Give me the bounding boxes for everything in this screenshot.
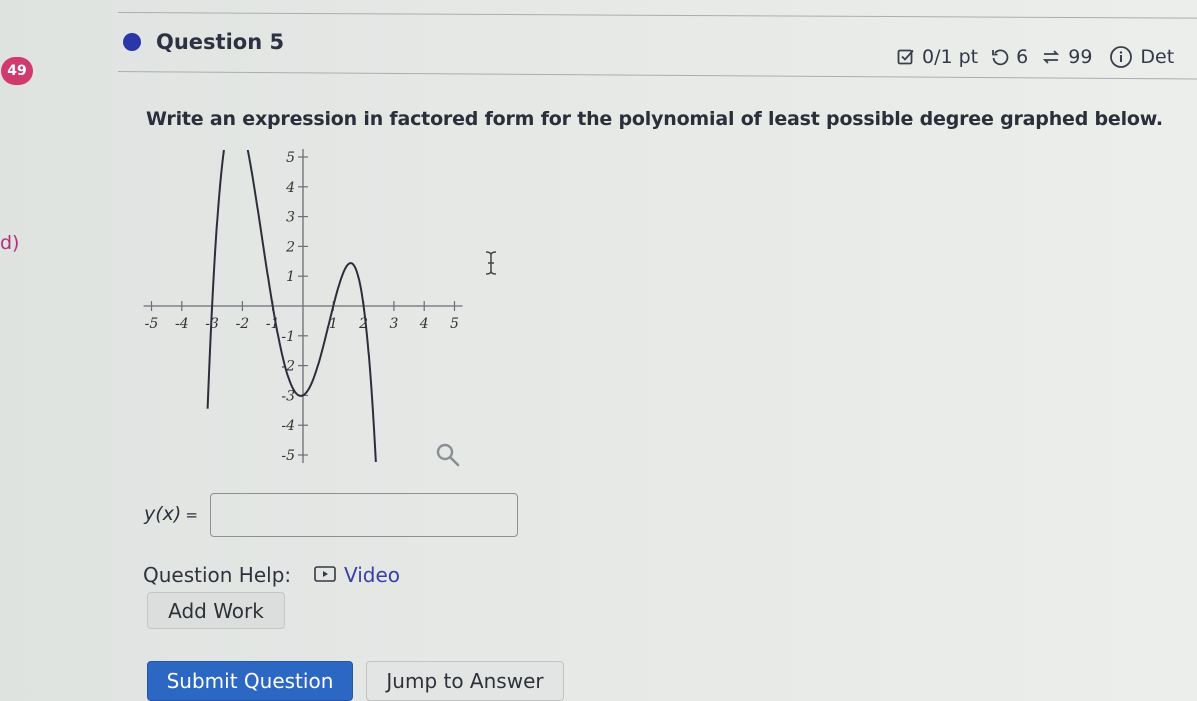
submit-question-button[interactable]: Submit Question bbox=[147, 661, 353, 701]
attempts-count: 99 bbox=[1068, 46, 1093, 68]
y-tick-label: 3 bbox=[286, 210, 295, 226]
retry-icon bbox=[991, 48, 1009, 66]
y-tick-label: 2 bbox=[285, 239, 295, 255]
video-help-link[interactable]: Video bbox=[314, 563, 400, 587]
polynomial-graph: -5 -4 -3 -2 -1 1 2 3 4 554321-1-2-3-4-5 bbox=[143, 149, 463, 464]
x-tick-label: 4 bbox=[419, 316, 429, 332]
points-text: 0/1 pt bbox=[922, 46, 979, 68]
video-icon bbox=[314, 563, 336, 587]
y-tick-label: -3 bbox=[281, 388, 295, 404]
question-help-label: Question Help: bbox=[143, 563, 292, 587]
x-tick-label: -2 bbox=[236, 316, 250, 332]
answer-label: y(x) = bbox=[144, 503, 198, 525]
magnify-icon[interactable] bbox=[434, 441, 462, 473]
retries-count: 6 bbox=[1016, 46, 1029, 68]
y-tick-label: 5 bbox=[286, 150, 295, 166]
answer-function-label: y(x) bbox=[144, 503, 182, 525]
text-cursor-icon bbox=[484, 250, 498, 280]
video-label: Video bbox=[344, 563, 401, 587]
x-tick-label: -4 bbox=[175, 316, 189, 332]
y-tick-label: 4 bbox=[285, 180, 295, 196]
y-tick-label: 1 bbox=[286, 269, 295, 285]
equals-sign: = bbox=[185, 506, 198, 524]
question-meta: 0/1 pt 6 99 Det bbox=[897, 45, 1174, 69]
attempts-icon bbox=[1041, 48, 1061, 66]
x-tick-label: 3 bbox=[389, 316, 398, 332]
answer-input[interactable] bbox=[210, 493, 518, 537]
details-link[interactable]: Det bbox=[1140, 46, 1174, 68]
checkbox-icon bbox=[897, 48, 915, 66]
info-icon[interactable] bbox=[1109, 45, 1133, 69]
x-tick-label: 5 bbox=[450, 316, 459, 332]
add-work-button[interactable]: Add Work bbox=[147, 592, 285, 629]
jump-to-answer-button[interactable]: Jump to Answer bbox=[366, 661, 564, 701]
y-tick-label: -5 bbox=[281, 448, 295, 464]
y-tick-label: -1 bbox=[281, 329, 295, 345]
x-tick-label: -5 bbox=[145, 316, 159, 332]
y-tick-label: -4 bbox=[281, 418, 295, 434]
